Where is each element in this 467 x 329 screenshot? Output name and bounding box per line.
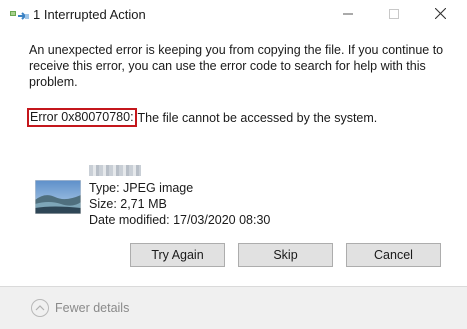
minimize-button[interactable] (325, 0, 371, 30)
maximize-button[interactable] (371, 0, 417, 30)
error-message: An unexpected error is keeping you from … (29, 43, 444, 89)
fewer-details-toggle[interactable]: Fewer details (55, 301, 129, 315)
error-description: The file cannot be accessed by the syste… (137, 110, 378, 125)
details-footer: Fewer details (0, 286, 467, 329)
file-date-modified: Date modified: 17/03/2020 08:30 (89, 213, 271, 227)
try-again-button[interactable]: Try Again (130, 243, 225, 267)
close-icon (434, 6, 446, 24)
error-line: Error 0x80070780: The file cannot be acc… (27, 108, 377, 127)
file-type: Type: JPEG image (89, 181, 194, 195)
interrupted-action-dialog: 1 Interrupted Action An unexpected error… (0, 0, 467, 329)
maximize-icon (389, 6, 399, 24)
file-details: Type: JPEG image Size: 2,71 MB Date modi… (89, 180, 270, 228)
cancel-button[interactable]: Cancel (346, 243, 441, 267)
copy-arrow-icon (10, 9, 30, 21)
skip-button[interactable]: Skip (238, 243, 333, 267)
window-title: 1 Interrupted Action (33, 7, 146, 22)
file-size: Size: 2,71 MB (89, 197, 167, 211)
blurred-file-name (89, 165, 141, 176)
chevron-up-icon[interactable] (31, 299, 49, 317)
error-code: Error 0x80070780: (27, 108, 137, 127)
landscape-image-thumbnail (35, 180, 81, 214)
close-button[interactable] (417, 0, 463, 30)
title-bar: 1 Interrupted Action (0, 0, 467, 30)
minimize-icon (343, 6, 353, 24)
